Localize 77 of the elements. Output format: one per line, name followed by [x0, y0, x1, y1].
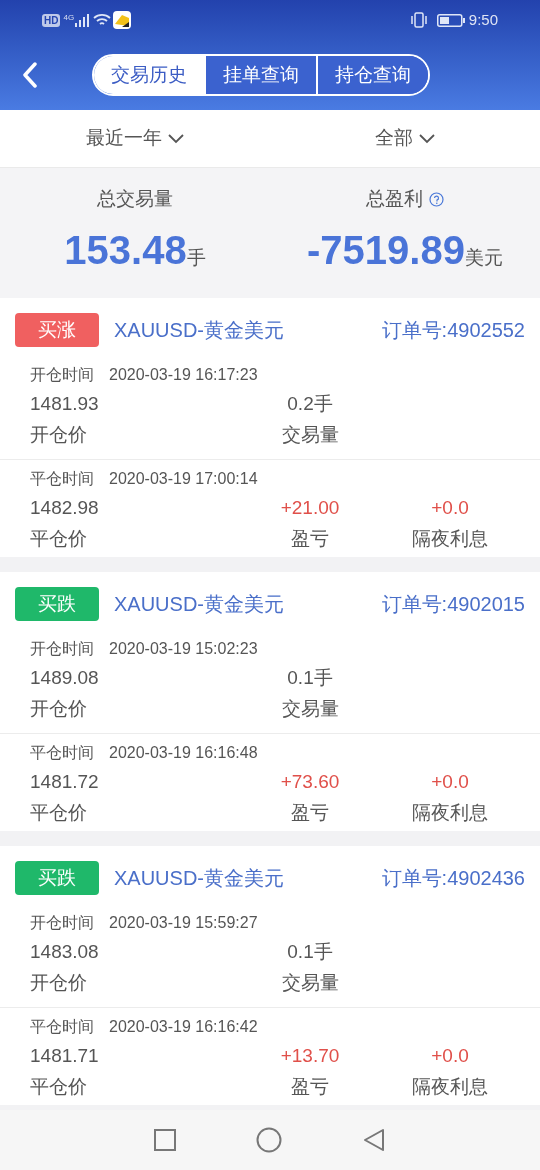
unit-label: 美元 [464, 246, 503, 270]
field-label: 交易量 [280, 697, 340, 721]
back-triangle-icon[interactable] [362, 1128, 386, 1152]
filter-dropdown[interactable]: 最近一年 [86, 124, 184, 153]
field-label: 交易量 [280, 423, 340, 447]
side-tag: 买跌 [15, 587, 99, 621]
order-number: 订单号:4902552 [381, 318, 525, 343]
time-label: 平仓时间 [30, 469, 94, 489]
chevron-down-icon [168, 133, 184, 144]
time-value: 2020-03-19 16:16:48 [109, 743, 258, 763]
field-label: 平仓价 [30, 527, 88, 551]
field-label: 隔夜利息 [411, 527, 489, 551]
field-label: 盈亏 [290, 801, 330, 825]
field-label: 开仓价 [30, 697, 88, 721]
time-value: 2020-03-19 16:16:42 [109, 1017, 258, 1037]
side-tag: 买跌 [15, 861, 99, 895]
value-text: 1483.08 [30, 940, 100, 964]
wifi-icon [93, 13, 112, 27]
chevron-down-icon [419, 133, 435, 144]
value-text: 1481.93 [30, 392, 100, 416]
field-label: 平仓价 [30, 1075, 88, 1099]
summary-label: 总盈利 [366, 186, 423, 211]
field-label: 开仓价 [30, 423, 88, 447]
value-text: 0.1手 [286, 666, 334, 690]
value-text: 1489.08 [30, 666, 100, 690]
value-text: +73.60 [279, 770, 341, 794]
summary-value: -7519.89 [307, 228, 465, 272]
tab[interactable]: 交易历史 [94, 56, 204, 94]
value-text: 1481.71 [30, 1044, 100, 1068]
value-text: 0.1手 [286, 940, 334, 964]
field-label: 隔夜利息 [411, 1075, 489, 1099]
value-text: +21.00 [279, 496, 341, 520]
home-icon[interactable] [256, 1127, 282, 1153]
unit-label: 手 [186, 247, 206, 270]
time-value: 2020-03-19 17:00:14 [109, 469, 258, 489]
value-text: +0.0 [430, 1044, 470, 1068]
time-value: 2020-03-19 15:02:23 [109, 639, 258, 659]
recents-icon[interactable] [154, 1129, 176, 1151]
time-label: 开仓时间 [30, 365, 94, 385]
value-text: +13.70 [279, 1044, 341, 1068]
symbol-name: XAUUSD-黄金美元 [114, 592, 284, 617]
symbol-name: XAUUSD-黄金美元 [114, 866, 284, 891]
field-label: 交易量 [280, 971, 340, 995]
time-label: 开仓时间 [30, 639, 94, 659]
signal-icon [75, 13, 90, 27]
battery-icon [436, 13, 465, 27]
network-type: 4G [63, 12, 75, 24]
value-text: +0.0 [430, 770, 470, 794]
summary-label: 总交易量 [97, 186, 173, 211]
value-text: 1481.72 [30, 770, 100, 794]
order-number: 订单号:4902436 [381, 866, 525, 891]
clock: 9:50 [468, 9, 498, 30]
field-label: 隔夜利息 [411, 801, 489, 825]
time-label: 开仓时间 [30, 913, 94, 933]
back-icon[interactable] [22, 62, 38, 88]
summary-value: 153.48 [64, 228, 187, 272]
order-number: 订单号:4902015 [381, 592, 525, 617]
app-icon [113, 11, 132, 29]
value-text: 1482.98 [30, 496, 100, 520]
field-label: 开仓价 [30, 971, 88, 995]
side-tag: 买涨 [15, 313, 99, 347]
field-label: 盈亏 [290, 1075, 330, 1099]
time-label: 平仓时间 [30, 743, 94, 763]
field-label: 盈亏 [290, 527, 330, 551]
time-value: 2020-03-19 16:17:23 [109, 365, 258, 385]
time-label: 平仓时间 [30, 1017, 94, 1037]
vibrate-icon [409, 12, 428, 28]
time-value: 2020-03-19 15:59:27 [109, 913, 258, 933]
value-text: 0.2手 [286, 392, 334, 416]
filter-dropdown[interactable]: 全部 [375, 124, 435, 153]
field-label: 平仓价 [30, 801, 88, 825]
tab[interactable]: 挂单查询 [204, 56, 316, 94]
tab[interactable]: 持仓查询 [316, 56, 428, 94]
hd-indicator: HD [42, 13, 61, 27]
help-icon[interactable] [429, 191, 444, 207]
symbol-name: XAUUSD-黄金美元 [114, 318, 284, 343]
value-text: +0.0 [430, 496, 470, 520]
